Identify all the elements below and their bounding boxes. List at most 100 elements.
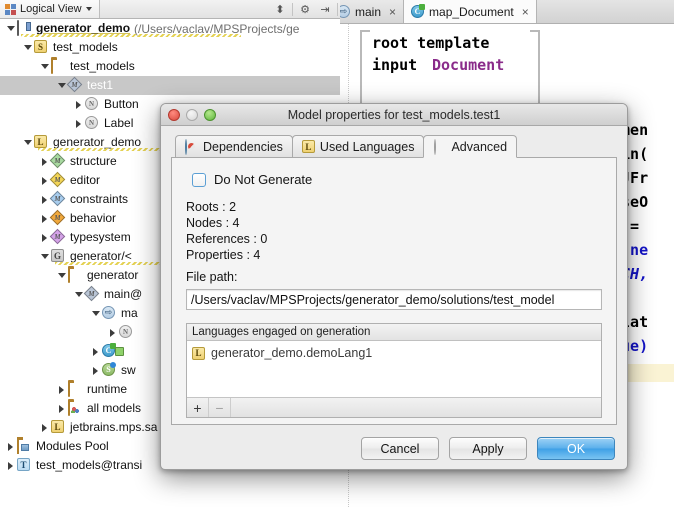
editor-tab-map-document[interactable]: C map_Document × (404, 0, 537, 23)
switch-s-icon: S (102, 362, 116, 376)
settings-gear-icon[interactable]: ⚙ (295, 0, 315, 18)
expand-twisty-icon[interactable] (72, 114, 85, 133)
app-window: ⇨ main × C map_Document × root template … (0, 0, 674, 507)
tab-label: Used Languages (319, 139, 415, 154)
stat-properties: Properties : 4 (186, 248, 261, 262)
expand-twisty-icon[interactable] (106, 323, 119, 342)
dialog-button-bar: Cancel Apply OK (361, 437, 615, 460)
tree-node-icon (17, 438, 32, 454)
expand-twisty-icon[interactable] (38, 418, 51, 437)
expand-twisty-icon[interactable] (89, 342, 102, 361)
tree-node-label: editor (70, 173, 101, 187)
generator-g-icon: G (51, 249, 64, 262)
logical-view-tab[interactable]: Logical View (0, 0, 100, 18)
tree-node-icon: N (119, 325, 134, 340)
tree-node-icon: S (102, 362, 117, 378)
collapse-twisty-icon[interactable] (72, 285, 85, 304)
dialog-title: Model properties for test_models.test1 (287, 107, 501, 122)
solution-s-icon: S (34, 40, 47, 53)
folder-icon (68, 267, 70, 283)
collapse-twisty-icon[interactable] (55, 76, 68, 95)
cancel-button[interactable]: Cancel (361, 437, 439, 460)
tree-node-icon: M (49, 190, 66, 207)
tree-node-icon: N (85, 97, 100, 112)
expand-twisty-icon[interactable] (38, 152, 51, 171)
expand-twisty-icon[interactable] (55, 380, 68, 399)
tree-node-label: Label (104, 116, 134, 130)
collapse-twisty-icon[interactable] (4, 19, 17, 38)
tree-node-icon (51, 58, 66, 74)
expand-twisty-icon[interactable] (38, 190, 51, 209)
language-l-icon: L (51, 420, 64, 433)
minimize-button[interactable] (186, 109, 198, 121)
languages-panel-header: Languages engaged on generation (187, 324, 601, 341)
tree-node[interactable]: Mtest1 (0, 76, 340, 95)
expand-twisty-icon[interactable] (4, 456, 17, 475)
close-icon[interactable]: × (522, 5, 529, 19)
file-path-field[interactable]: /Users/vaclav/MPSProjects/generator_demo… (186, 289, 602, 310)
logical-view-tab-label: Logical View (20, 3, 82, 15)
node-n-icon: N (85, 116, 98, 129)
dialog-tab-strip: Dependencies L Used Languages Advanced (175, 135, 617, 158)
tab-used-languages[interactable]: L Used Languages (291, 135, 425, 157)
expand-twisty-icon[interactable] (38, 209, 51, 228)
apply-button[interactable]: Apply (449, 437, 527, 460)
globe-icon (185, 139, 198, 155)
tree-node[interactable]: Stest_models (0, 38, 340, 57)
tree-node-icon: M (49, 171, 66, 188)
expand-twisty-icon[interactable] (72, 95, 85, 114)
collapse-twisty-icon[interactable] (89, 304, 102, 323)
tree-node-label: Button (104, 97, 139, 111)
tree-node-icon: M (66, 76, 83, 93)
file-path-label: File path: (186, 270, 238, 284)
collapse-twisty-icon[interactable] (38, 57, 51, 76)
collapse-twisty-icon[interactable] (21, 38, 34, 57)
do-not-generate-row[interactable]: Do Not Generate (192, 172, 602, 187)
stat-nodes: Nodes : 4 (186, 216, 240, 230)
tree-node-label: typesystem (70, 230, 131, 244)
all-models-icon (68, 400, 70, 416)
expand-twisty-icon[interactable] (38, 228, 51, 247)
collapse-twisty-icon[interactable] (38, 247, 51, 266)
close-button[interactable] (168, 109, 180, 121)
remove-language-button[interactable]: − (209, 398, 231, 417)
dialog-title-bar[interactable]: Model properties for test_models.test1 (161, 104, 627, 126)
project-icon (17, 20, 19, 36)
chevron-down-icon[interactable] (85, 7, 92, 11)
close-icon[interactable]: × (389, 5, 396, 19)
language-l-icon: L (301, 140, 315, 153)
code-line-input-keyword: input (372, 56, 427, 74)
tree-node[interactable]: test_models (0, 57, 340, 76)
transient-t-icon: T (17, 458, 30, 471)
collapse-twisty-icon[interactable] (21, 133, 34, 152)
language-l-icon: L (192, 346, 205, 360)
list-item-label: generator_demo.demoLang1 (211, 346, 373, 360)
tree-node-icon: M (49, 228, 66, 245)
tree-node[interactable]: generator_demo (/Users/vaclav/MPSProjects… (0, 19, 340, 38)
ok-button[interactable]: OK (537, 437, 615, 460)
languages-panel: Languages engaged on generation L genera… (186, 323, 602, 418)
tree-node-label: ma (121, 306, 138, 320)
languages-list[interactable]: L generator_demo.demoLang1 (187, 341, 601, 397)
tree-node-icon (68, 381, 83, 397)
do-not-generate-checkbox[interactable] (192, 172, 206, 187)
tab-dependencies[interactable]: Dependencies (175, 135, 293, 157)
project-squares-icon (5, 3, 16, 15)
tree-node-icon: ⇨ (102, 306, 117, 321)
class-c-icon: C (411, 4, 426, 18)
editor-tab-main[interactable]: ⇨ main × (340, 0, 405, 23)
expand-twisty-icon[interactable] (55, 399, 68, 418)
expand-twisty-icon[interactable] (38, 171, 51, 190)
list-item[interactable]: L generator_demo.demoLang1 (192, 345, 596, 361)
expand-twisty-icon[interactable] (4, 437, 17, 456)
zoom-button[interactable] (204, 109, 216, 121)
language-l-icon: L (34, 135, 47, 148)
collapse-twisty-icon[interactable] (55, 266, 68, 285)
hide-panel-icon[interactable]: ⇥ (315, 0, 335, 18)
tree-node-icon (68, 267, 83, 283)
do-not-generate-label: Do Not Generate (214, 172, 313, 187)
expand-collapse-icon[interactable]: ⬍ (270, 0, 290, 18)
expand-twisty-icon[interactable] (89, 361, 102, 380)
tab-advanced[interactable]: Advanced (423, 135, 518, 158)
add-language-button[interactable]: + (187, 398, 209, 417)
